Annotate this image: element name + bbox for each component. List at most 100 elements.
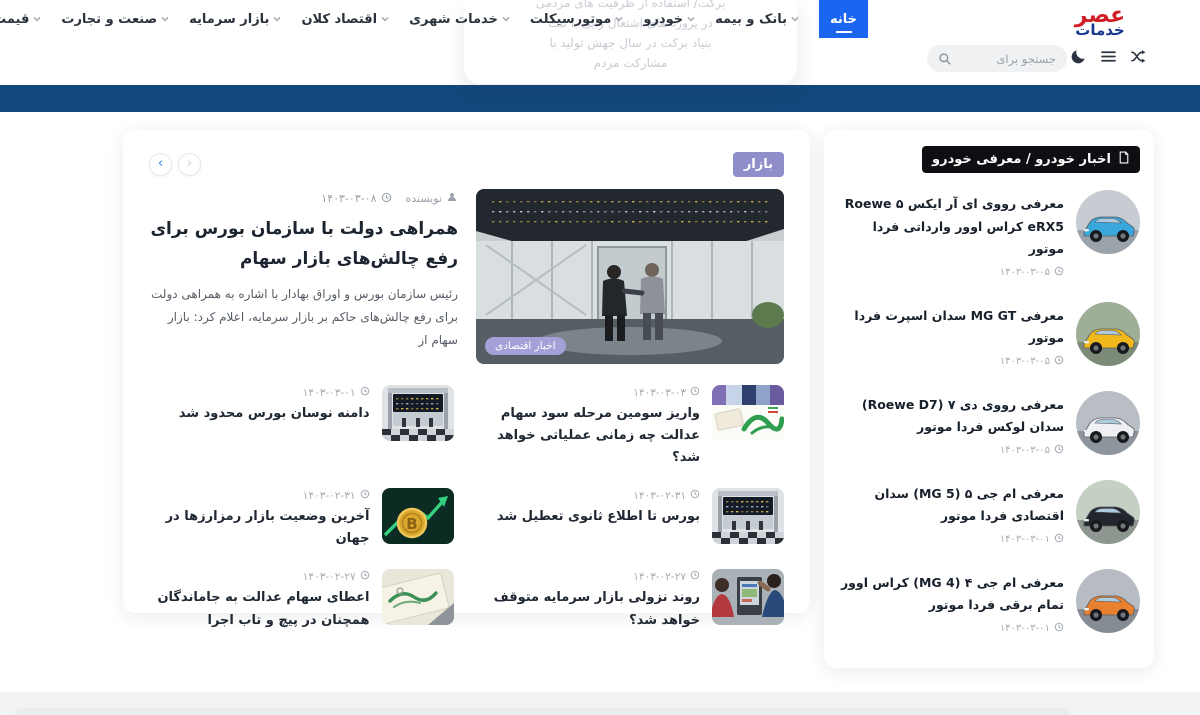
sidebar-car-list: معرفی رووی ای آر ایکس ۵ Roewe eRX5 کراس …: [838, 190, 1140, 635]
news-date: ۱۴۰۳-۰۲-۳۱: [303, 490, 356, 502]
edalat-paper-photo[interactable]: [382, 569, 454, 625]
car-white-sedan-photo[interactable]: [1076, 391, 1140, 455]
news-title[interactable]: واریز سومین مرحله سود سهام عدالت چه زمان…: [480, 403, 701, 469]
sidebar-title: اخبار خودرو / معرفی خودرو: [932, 152, 1111, 167]
car-news-date-row: ۱۴۰۳-۰۳-۰۵: [838, 355, 1064, 368]
car-news-date-row: ۱۴۰۳-۰۳-۰۱: [838, 533, 1064, 546]
news-title[interactable]: آخرین وضعیت بازار رمزارزها در جهان: [149, 506, 370, 550]
news-date: ۱۴۰۳-۰۳-۰۱: [303, 387, 356, 399]
nav-item-8[interactable]: قیمت: [0, 12, 41, 27]
car-black-sedan-photo[interactable]: [1076, 480, 1140, 544]
car-news-title[interactable]: معرفی MG GT سدان اسپرت فردا موتور: [838, 305, 1064, 350]
news-list-item[interactable]: ۱۴۰۳-۰۲-۲۷ روند نزولی بازار سرمایه متوقف…: [480, 569, 785, 631]
bourse-hall-photo[interactable]: [382, 385, 454, 441]
carousel-next-button[interactable]: ›: [178, 153, 201, 176]
clock-icon: [360, 570, 370, 583]
car-news-title[interactable]: معرفی رووی ای آر ایکس ۵ Roewe eRX5 کراس …: [838, 193, 1064, 261]
car-news-item[interactable]: معرفی رووی دی ۷ (Roewe D7) سدان لوکس فرد…: [838, 391, 1140, 457]
nav-item-6[interactable]: بازار سرمایه: [189, 12, 281, 27]
carousel-controls: ‹ ›: [149, 153, 201, 176]
nav-item-4[interactable]: خدمات شهری: [409, 12, 510, 27]
chevron-down-icon: [273, 16, 281, 22]
news-date-row: ۱۴۰۳-۰۳-۰۳: [480, 386, 701, 399]
shuffle-icon[interactable]: [1130, 48, 1148, 65]
news-list-item[interactable]: ۱۴۰۳-۰۳-۰۳ واریز سومین مرحله سود سهام عد…: [480, 385, 785, 469]
car-news-date: ۱۴۰۳-۰۳-۰۱: [1000, 623, 1050, 634]
chevron-down-icon: [791, 16, 799, 22]
news-list: ۱۴۰۳-۰۳-۰۳ واریز سومین مرحله سود سهام عد…: [149, 385, 784, 632]
car-news-item[interactable]: معرفی رووی ای آر ایکس ۵ Roewe eRX5 کراس …: [838, 190, 1140, 279]
clock-icon: [360, 386, 370, 399]
news-date-row: ۱۴۰۳-۰۲-۲۷: [149, 570, 370, 583]
news-list-item[interactable]: ۱۴۰۳-۰۲-۲۷ اعطای سهام عدالت به جاماندگان…: [149, 569, 454, 631]
car-blue-crossover-photo[interactable]: [1076, 190, 1140, 254]
nav-item-3[interactable]: موتورسیکلت: [530, 12, 623, 27]
market-section-badge[interactable]: بازار: [733, 152, 784, 177]
featured-article: اخبار اقتصادی نویسنده ۱۴۰۳-۰۳-۰۸ همراهی …: [149, 189, 784, 364]
nav-item-label: خودرو: [643, 12, 683, 27]
news-title[interactable]: اعطای سهام عدالت به جاماندگان همچنان در …: [149, 587, 370, 631]
car-news-title[interactable]: معرفی ام جی ۴ (MG 4) کراس اوور تمام برقی…: [838, 572, 1064, 617]
market-section-card: بازار ‹ › اخبار اقتصاد: [123, 130, 810, 613]
nav-item-label: صنعت و تجارت: [61, 12, 157, 27]
car-news-date-row: ۱۴۰۳-۰۳-۰۵: [838, 266, 1064, 279]
nav-item-label: اقتصاد کلان: [301, 12, 377, 27]
carousel-prev-button[interactable]: ‹: [149, 153, 172, 176]
news-date: ۱۴۰۳-۰۲-۳۱: [633, 490, 686, 502]
main-nav: خانه بانک و بیمه خودرو موتورسیکلت خدمات …: [0, 0, 868, 38]
nav-item-2[interactable]: خودرو: [643, 12, 695, 27]
news-title[interactable]: بورس تا اطلاع ثانوی تعطیل شد: [480, 506, 701, 528]
chevron-down-icon: [502, 16, 510, 22]
clock-icon: [1054, 622, 1064, 635]
featured-category-badge[interactable]: اخبار اقتصادی: [485, 337, 566, 355]
author-meta[interactable]: نویسنده: [406, 191, 458, 206]
chevron-down-icon: [33, 16, 41, 22]
footer-inner-panel: [15, 708, 1070, 715]
nav-item-label: بازار سرمایه: [189, 12, 269, 27]
car-news-title[interactable]: معرفی ام جی ۵ (MG 5) سدان اقتصادی فردا م…: [838, 483, 1064, 528]
search-icon: [938, 52, 952, 66]
chevron-down-icon: [161, 16, 169, 22]
car-news-item[interactable]: معرفی MG GT سدان اسپرت فردا موتور ۱۴۰۳-۰…: [838, 302, 1140, 368]
logo-word-bottom: خدمات: [1052, 23, 1148, 38]
news-list-item[interactable]: ۱۴۰۳-۰۳-۰۱ دامنه نوسان بورس محدود شد: [149, 385, 454, 469]
news-date-row: ۱۴۰۳-۰۲-۳۱: [149, 489, 370, 502]
car-news-title[interactable]: معرفی رووی دی ۷ (Roewe D7) سدان لوکس فرد…: [838, 394, 1064, 439]
car-news-item[interactable]: معرفی ام جی ۴ (MG 4) کراس اوور تمام برقی…: [838, 569, 1140, 635]
car-orange-crossover-photo[interactable]: [1076, 569, 1140, 633]
car-news-item[interactable]: معرفی ام جی ۵ (MG 5) سدان اقتصادی فردا م…: [838, 480, 1140, 546]
car-news-sidebar: اخبار خودرو / معرفی خودرو معرفی رووی ای …: [824, 130, 1154, 668]
nav-item-5[interactable]: اقتصاد کلان: [301, 12, 389, 27]
moon-icon[interactable]: [1070, 48, 1087, 65]
site-header: برکت/ استفاده از ظرفیت های مردمی در پروژ…: [0, 0, 1200, 85]
news-date-row: ۱۴۰۳-۰۲-۲۷: [480, 570, 701, 583]
car-yellow-sedan-photo[interactable]: [1076, 302, 1140, 366]
kiosk-screen-photo[interactable]: [712, 569, 784, 625]
news-date-row: ۱۴۰۳-۰۲-۳۱: [480, 489, 701, 502]
news-title[interactable]: دامنه نوسان بورس محدود شد: [149, 403, 370, 425]
featured-title[interactable]: همراهی دولت با سازمان بورس برای رفع چالش…: [149, 215, 458, 275]
featured-image[interactable]: اخبار اقتصادی: [476, 189, 784, 364]
nav-item-1[interactable]: بانک و بیمه: [715, 12, 799, 27]
bourse-hall-photo[interactable]: [712, 488, 784, 544]
nav-item-7[interactable]: صنعت و تجارت: [61, 12, 169, 27]
nav-item-label: بانک و بیمه: [715, 12, 787, 27]
nav-tab-home-active[interactable]: خانه: [819, 0, 868, 38]
search-input[interactable]: جستجو برای: [927, 45, 1067, 72]
bitcoin-chart-photo[interactable]: B: [382, 488, 454, 544]
hamburger-icon[interactable]: [1100, 48, 1117, 65]
clock-icon: [1054, 355, 1064, 368]
site-logo[interactable]: عصر خدمات: [1052, 5, 1148, 38]
clock-icon: [690, 489, 700, 502]
svg-text:B: B: [406, 515, 417, 533]
author-icon: [446, 191, 458, 206]
clock-icon: [381, 192, 392, 206]
edalat-collage-photo[interactable]: [712, 385, 784, 441]
chevron-down-icon: [381, 16, 389, 22]
news-list-item[interactable]: ۱۴۰۳-۰۲-۳۱ بورس تا اطلاع ثانوی تعطیل شد: [480, 488, 785, 550]
car-news-date: ۱۴۰۳-۰۳-۰۵: [1000, 445, 1050, 456]
news-list-item[interactable]: B ۱۴۰۳-۰۲-۳۱ آخرین وضعیت بازار رمزارزها …: [149, 488, 454, 550]
date-meta: ۱۴۰۳-۰۳-۰۸: [321, 192, 391, 206]
news-title[interactable]: روند نزولی بازار سرمایه متوقف خواهد شد؟: [480, 587, 701, 631]
featured-meta: نویسنده ۱۴۰۳-۰۳-۰۸: [149, 191, 458, 206]
